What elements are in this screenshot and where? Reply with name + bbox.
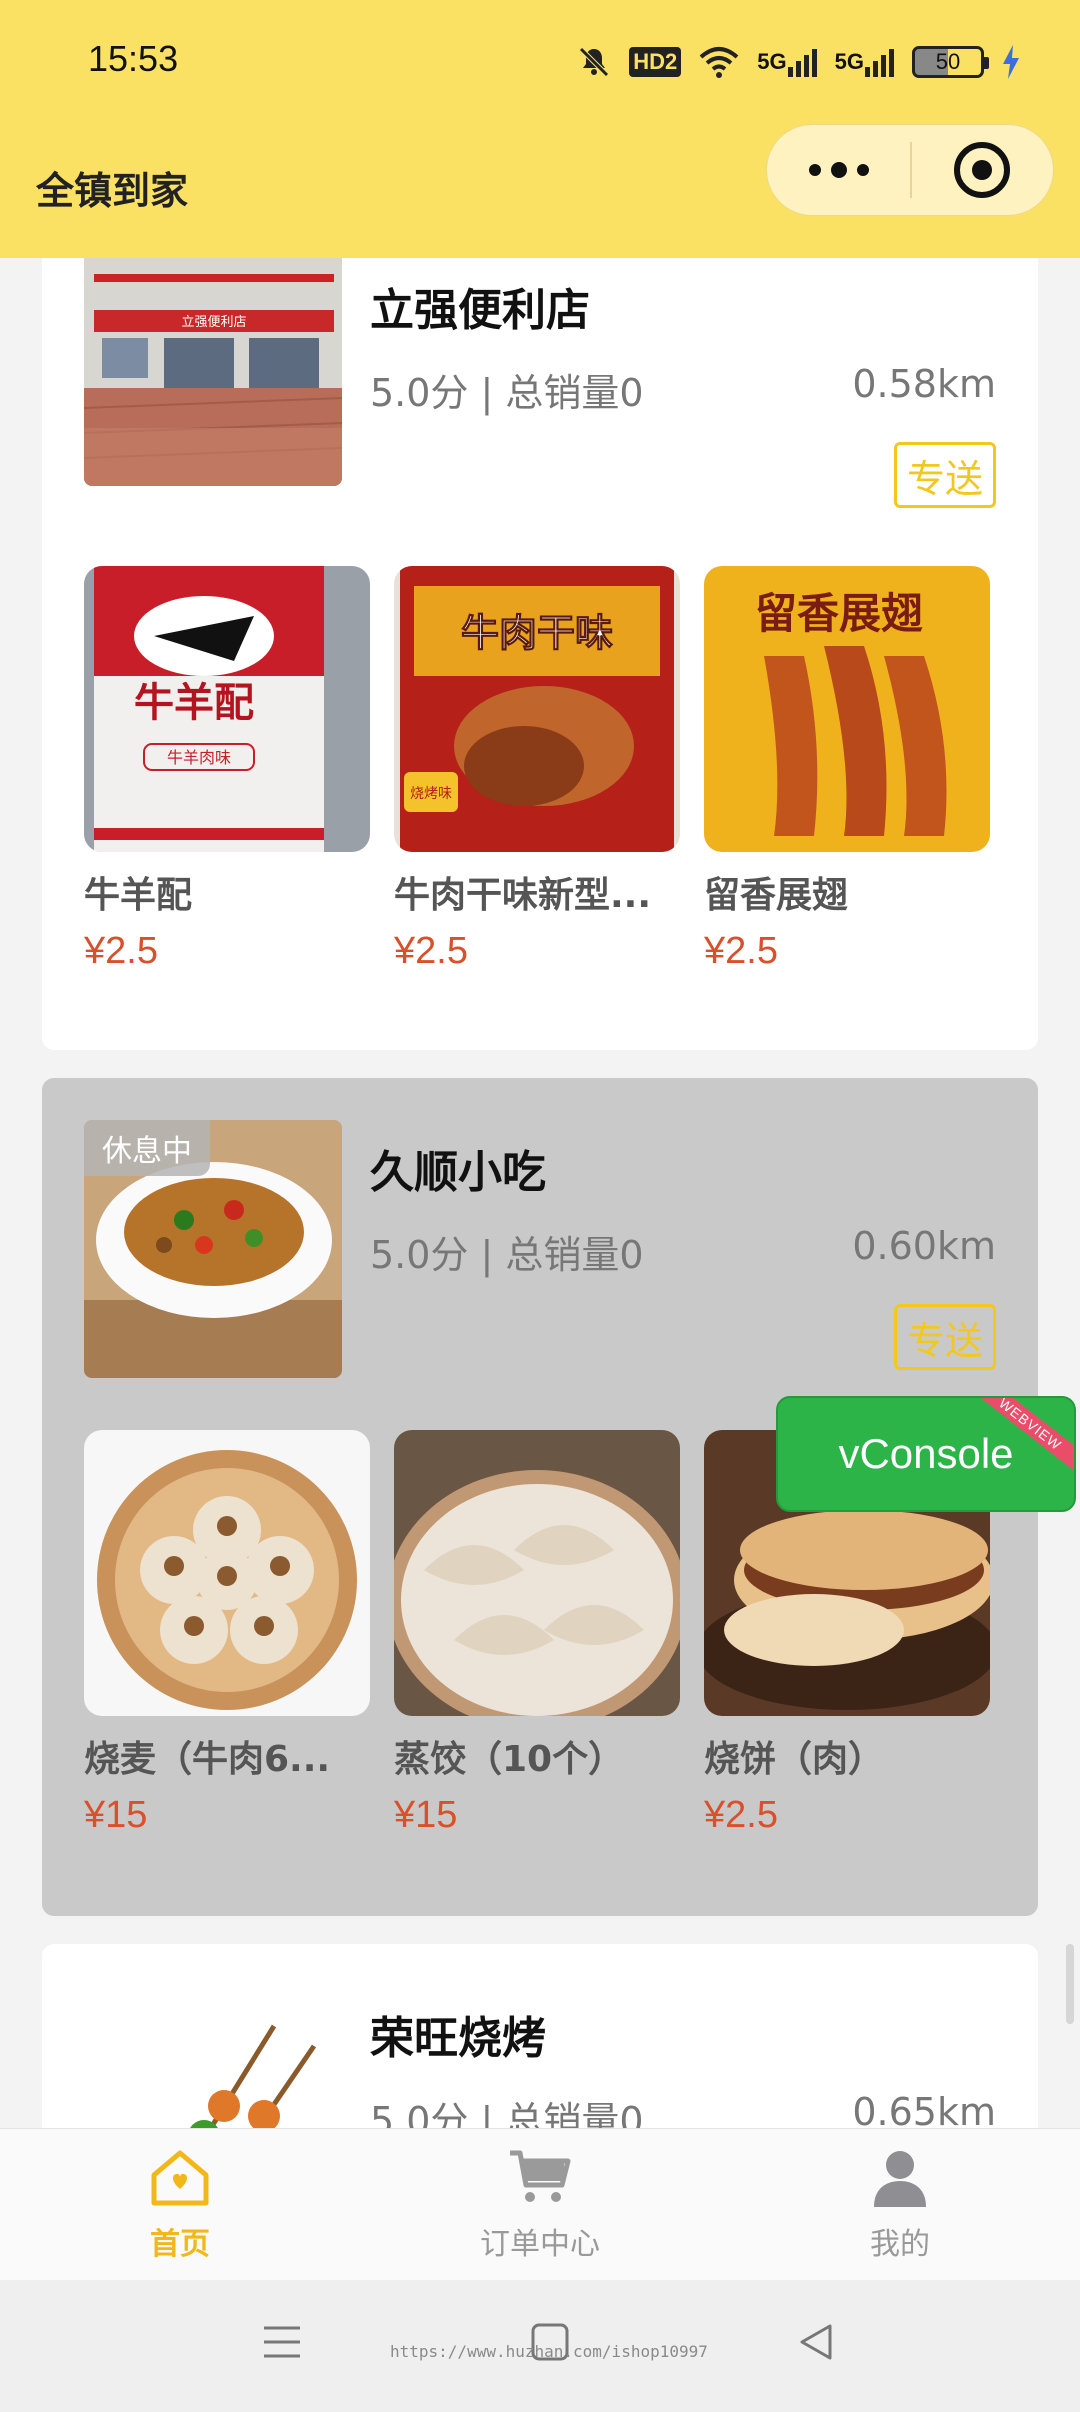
watermark-url: https://www.huzhan.com/ishop10997: [390, 2342, 708, 2361]
goods-pack-sublabel: 牛羊肉味: [167, 748, 231, 767]
tab-profile[interactable]: 我的: [720, 2129, 1080, 2280]
goods-item[interactable]: 烧麦（牛肉6... ¥15: [84, 1430, 370, 1837]
goods-name: 烧饼（肉）: [704, 1739, 885, 1780]
top-bar: 15:53 HD2 5G 5G 50 全镇到家: [0, 0, 1080, 258]
goods-list: 牛羊配 牛羊肉味 牛羊配 ¥2.5 牛肉干味 烧烤味 牛肉干味新型... ¥2.…: [84, 566, 990, 973]
dot-icon: [830, 162, 847, 178]
goods-item[interactable]: 蒸饺（10个） ¥15: [394, 1430, 680, 1837]
back-icon[interactable]: [796, 2320, 836, 2368]
store-distance: 0.60km: [852, 1224, 996, 1268]
signal-icon-2: 5G: [835, 47, 894, 77]
home-icon: [148, 2147, 212, 2211]
goods-name: 留香展翅: [704, 875, 849, 916]
vconsole-button[interactable]: vConsole WEBVIEW: [776, 1396, 1076, 1512]
scrollbar-thumb[interactable]: [1066, 1944, 1074, 2024]
store-name: 荣旺烧烤: [370, 2013, 546, 2064]
wifi-icon: [699, 45, 739, 79]
goods-image: 留香展翅: [704, 566, 990, 852]
goods-price: ¥15: [84, 1794, 148, 1836]
tab-home-label: 首页: [150, 2226, 210, 2262]
goods-name: 蒸饺（10个）: [394, 1739, 625, 1780]
dot-icon: [808, 164, 821, 176]
tab-orders[interactable]: 订单中心: [360, 2129, 720, 2280]
delivery-badge: 专送: [894, 442, 996, 508]
dot-icon: [856, 164, 869, 176]
store-rating-sales: 5.0分 | 总销量0: [370, 371, 644, 415]
cart-icon: [508, 2147, 572, 2211]
charging-icon: [1002, 45, 1020, 79]
tab-orders-label: 订单中心: [480, 2226, 600, 2262]
store-distance: 0.58km: [852, 362, 996, 406]
goods-image: [394, 1430, 680, 1716]
menu-icon[interactable]: [262, 2320, 302, 2368]
miniprogram-capsule: [766, 124, 1054, 216]
battery-icon: 50: [912, 46, 989, 78]
goods-pack-label: 牛肉干味: [461, 611, 613, 655]
page-title: 全镇到家: [36, 169, 189, 213]
goods-image: [84, 1430, 370, 1716]
status-icons: HD2 5G 5G 50: [577, 40, 1020, 84]
bottom-tab-bar: 首页 订单中心 我的: [0, 2128, 1080, 2280]
signal-icon-1: 5G: [757, 47, 817, 77]
storefront-sign: 立强便利店: [181, 315, 246, 330]
goods-item[interactable]: 留香展翅 留香展翅 ¥2.5: [704, 566, 990, 973]
battery-level: 50: [935, 49, 961, 74]
goods-price: ¥2.5: [704, 1794, 778, 1836]
goods-price: ¥2.5: [704, 930, 778, 972]
more-menu-button[interactable]: [767, 124, 910, 216]
tab-home[interactable]: 首页: [0, 2129, 360, 2280]
goods-price: ¥15: [394, 1794, 458, 1836]
goods-name: 牛肉干味新型...: [394, 875, 652, 916]
rest-status-tag: 休息中: [84, 1120, 210, 1176]
goods-pack-label: 牛羊配: [134, 680, 254, 726]
user-icon: [868, 2147, 932, 2211]
goods-name: 牛羊配: [84, 875, 193, 916]
goods-item[interactable]: 牛羊配 牛羊肉味 牛羊配 ¥2.5: [84, 566, 370, 973]
goods-name: 烧麦（牛肉6...: [84, 1739, 331, 1780]
goods-pack-sticker: 烧烤味: [410, 786, 452, 802]
store-image: 休息中: [84, 1120, 342, 1378]
goods-image: 牛羊配 牛羊肉味: [84, 566, 370, 852]
target-icon: [954, 142, 1011, 198]
goods-item[interactable]: 牛肉干味 烧烤味 牛肉干味新型... ¥2.5: [394, 566, 680, 973]
mute-icon: [577, 45, 611, 79]
goods-price: ¥2.5: [394, 930, 468, 972]
store-name: 立强便利店: [370, 285, 590, 336]
goods-price: ¥2.5: [84, 930, 158, 972]
store-image: 立强便利店: [84, 258, 342, 486]
status-bar: 15:53 HD2 5G 5G 50: [0, 0, 1080, 124]
vconsole-label: vConsole: [838, 1430, 1014, 1477]
delivery-badge: 专送: [894, 1304, 996, 1370]
hd-voice-badge: HD2: [629, 47, 682, 77]
store-name: 久顺小吃: [370, 1147, 546, 1198]
tab-profile-label: 我的: [870, 2226, 930, 2262]
status-time: 15:53: [88, 38, 179, 79]
store-card[interactable]: 立强便利店 立强便利店 5.0分 | 总销量0 0.58km 专送 牛羊配 牛羊…: [42, 230, 1038, 1050]
store-rating-sales: 5.0分 | 总销量0: [370, 1233, 644, 1277]
goods-pack-label: 留香展翅: [755, 589, 923, 638]
system-nav-bar: https://www.huzhan.com/ishop10997: [0, 2280, 1080, 2412]
close-miniprogram-button[interactable]: [912, 124, 1053, 216]
goods-image: 牛肉干味 烧烤味: [394, 566, 680, 852]
